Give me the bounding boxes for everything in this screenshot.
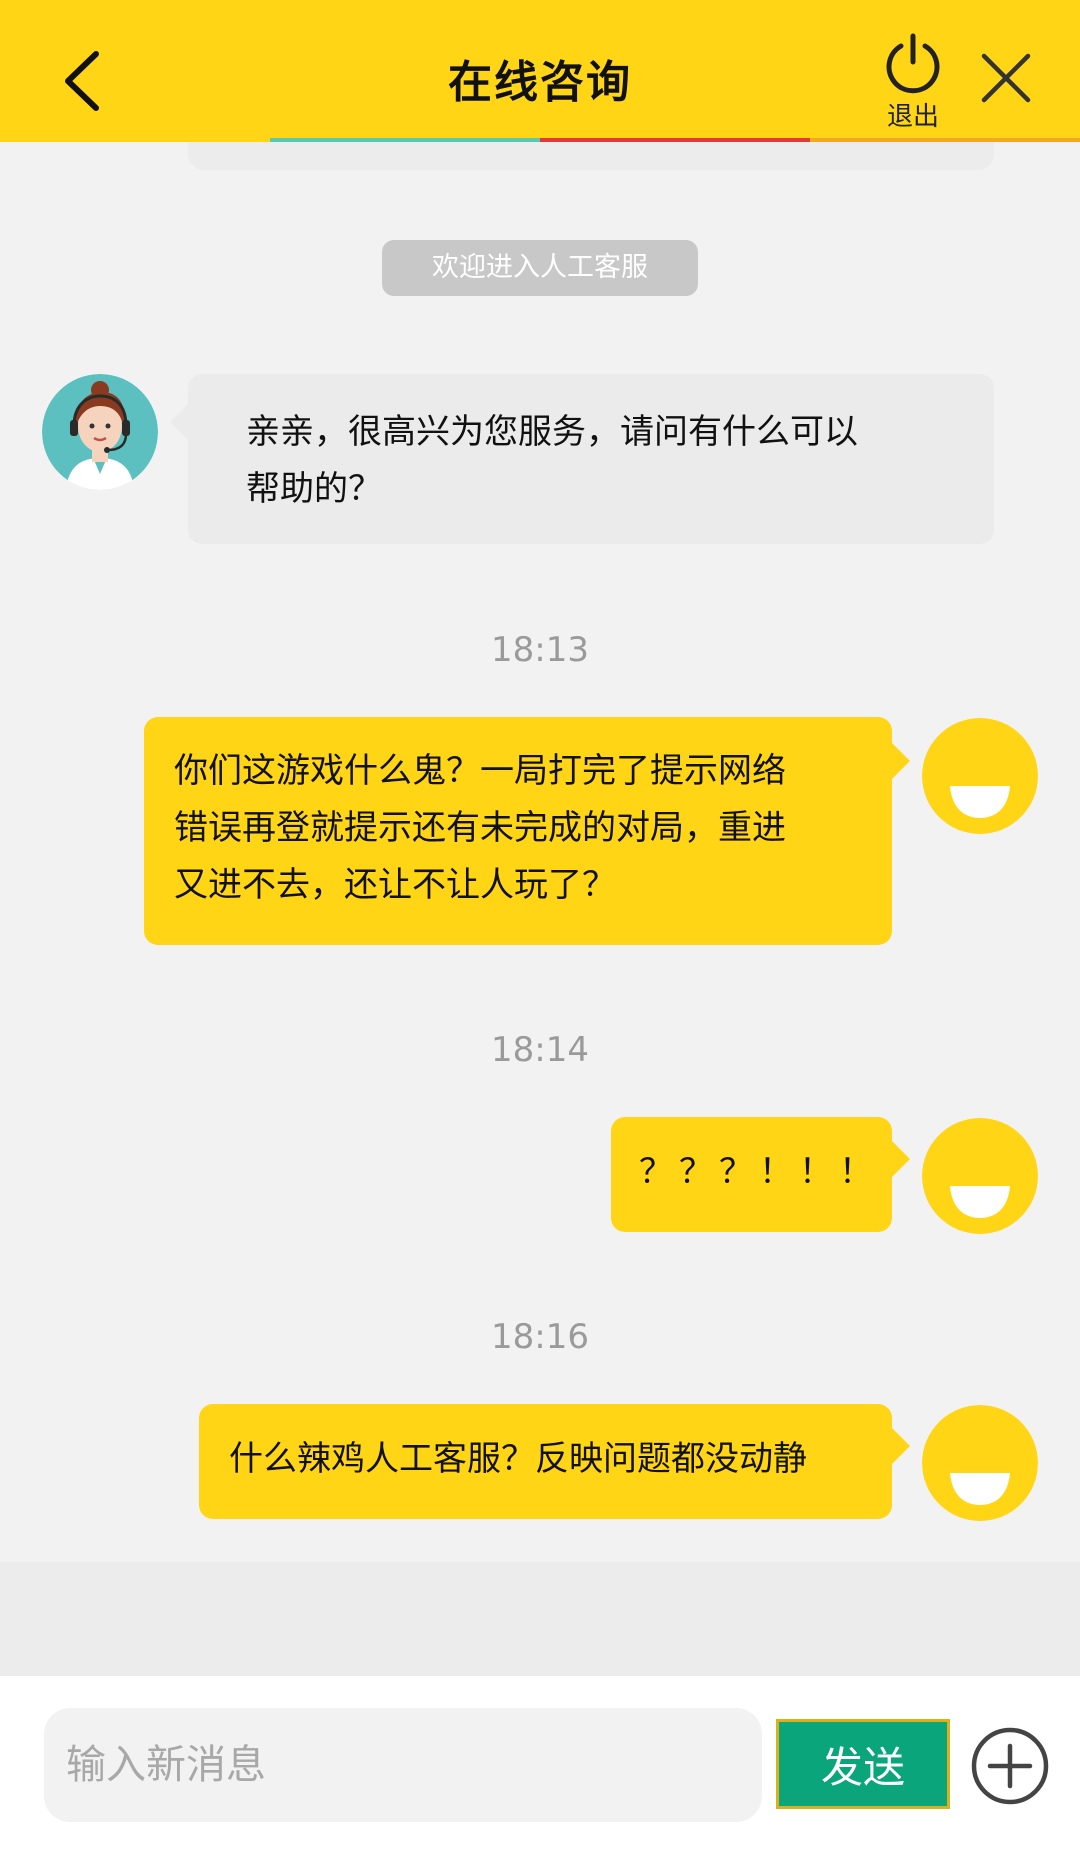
message-input[interactable] <box>44 1708 762 1822</box>
message-line: 亲亲，很高兴为您服务，请问有什么可以 <box>246 412 858 452</box>
message-timestamp: 18:16 <box>491 1317 589 1357</box>
top-bar: 在线咨询 退出 <box>0 0 1080 142</box>
user-avatar[interactable] <box>922 1118 1038 1234</box>
message-line: 错误再登就提示还有未完成的对局，重进 <box>174 808 786 848</box>
exit-label: 退出 <box>886 102 939 132</box>
close-button[interactable] <box>978 50 1034 106</box>
user-avatar[interactable] <box>922 718 1038 834</box>
attach-button[interactable] <box>970 1726 1050 1806</box>
message-line: 帮助的？ <box>246 469 382 509</box>
send-button[interactable]: 发送 <box>776 1719 950 1809</box>
composer-spacer <box>0 1562 1080 1676</box>
user-avatar[interactable] <box>922 1405 1038 1521</box>
user-message-bubble[interactable]: 你们这游戏什么鬼？一局打完了提示网络 错误再登就提示还有未完成的对局，重进 又进… <box>144 717 910 945</box>
power-icon <box>886 33 940 94</box>
user-message-bubble[interactable]: 什么辣鸡人工客服？反映问题都没动静 <box>199 1404 910 1519</box>
agent-avatar[interactable] <box>42 374 158 490</box>
exit-button[interactable]: 退出 <box>876 32 950 136</box>
smiley-icon <box>922 1118 1038 1234</box>
message-line: 又进不去，还让不让人玩了？ <box>174 865 616 905</box>
agent-message-bubble[interactable]: 亲亲，很高兴为您服务，请问有什么可以 帮助的？ <box>170 374 994 544</box>
message-timestamp: 18:13 <box>491 630 589 670</box>
plus-circle-icon <box>971 1727 1049 1805</box>
support-agent-icon <box>42 374 158 490</box>
message-line: ？？？！！！ <box>639 1152 879 1192</box>
smiley-icon <box>922 1405 1038 1521</box>
previous-message-edge <box>188 142 994 170</box>
smiley-icon <box>922 718 1038 834</box>
close-icon <box>981 53 1031 103</box>
system-notice: 欢迎进入人工客服 <box>382 240 698 296</box>
message-timestamp: 18:14 <box>491 1030 589 1070</box>
user-message-bubble[interactable]: ？？？！！！ <box>611 1117 910 1232</box>
message-line: 你们这游戏什么鬼？一局打完了提示网络 <box>174 751 786 791</box>
message-line: 什么辣鸡人工客服？反映问题都没动静 <box>229 1439 807 1479</box>
